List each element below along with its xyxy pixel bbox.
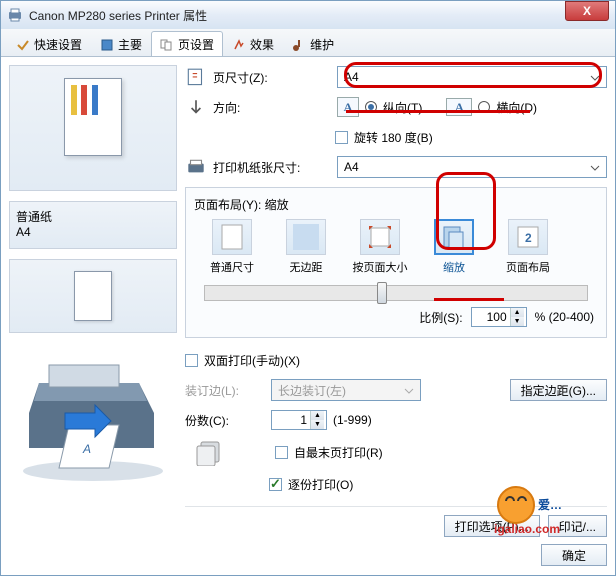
print-from-last-label: 自最末页打印(R) bbox=[294, 444, 383, 461]
layout-opt-scaled[interactable]: 缩放 bbox=[426, 219, 482, 275]
chevron-down-icon bbox=[402, 384, 416, 398]
tab-maintenance[interactable]: 维护 bbox=[283, 31, 343, 56]
layout-section-label: 页面布局(Y): 缩放 bbox=[194, 196, 598, 213]
binding-select: 长边装订(左) bbox=[271, 379, 421, 401]
paper-size-label: A4 bbox=[16, 225, 170, 239]
layout-opt-fit-to-page[interactable]: 按页面大小 bbox=[352, 219, 408, 275]
paper-type-label: 普通纸 bbox=[16, 208, 170, 225]
layout-opt-normal[interactable]: 普通尺寸 bbox=[204, 219, 260, 275]
svg-text:2: 2 bbox=[525, 231, 532, 245]
spinner-down[interactable]: ▼ bbox=[311, 420, 324, 429]
tab-effects[interactable]: 效果 bbox=[223, 31, 283, 56]
page-size-select[interactable]: A4 bbox=[337, 66, 607, 88]
print-from-last-checkbox[interactable] bbox=[275, 446, 288, 459]
copies-input[interactable] bbox=[272, 413, 310, 427]
scale-input[interactable] bbox=[472, 310, 510, 324]
printer-paper-select[interactable]: A4 bbox=[337, 156, 607, 178]
page-size-icon bbox=[185, 67, 207, 87]
duplex-label: 双面打印(手动)(X) bbox=[204, 352, 300, 369]
layout-section: 页面布局(Y): 缩放 普通尺寸 无边距 按页面大小 缩放 2页面布局 比例(S… bbox=[185, 187, 607, 338]
ok-button[interactable]: 确定 bbox=[541, 544, 607, 566]
portrait-radio-label: 纵向(T) bbox=[383, 99, 422, 116]
close-button[interactable]: X bbox=[565, 1, 609, 21]
orientation-label: 方向: bbox=[213, 99, 331, 116]
copies-range: (1-999) bbox=[333, 413, 372, 427]
layout-opt-page-layout[interactable]: 2页面布局 bbox=[500, 219, 556, 275]
print-options-button[interactable]: 打印选项(P)... bbox=[444, 515, 540, 537]
collate-label: 逐份打印(O) bbox=[288, 476, 353, 493]
copies-icon bbox=[195, 438, 229, 466]
title-bar: Canon MP280 series Printer 属性 X bbox=[1, 1, 615, 29]
printer-paper-label: 打印机纸张尺寸: bbox=[213, 159, 331, 176]
scale-suffix: % (20-400) bbox=[535, 310, 594, 324]
layout-opt-borderless[interactable]: 无边距 bbox=[278, 219, 334, 275]
tab-page-setup[interactable]: 页设置 bbox=[151, 31, 223, 56]
tab-strip: 快速设置 主要 页设置 效果 维护 bbox=[1, 29, 615, 57]
spinner-down[interactable]: ▼ bbox=[511, 317, 524, 326]
printer-illustration: A bbox=[9, 343, 177, 499]
printer-icon bbox=[7, 7, 23, 23]
portrait-a-icon: A bbox=[337, 97, 359, 117]
printer-properties-dialog: Canon MP280 series Printer 属性 X 快速设置 主要 … bbox=[0, 0, 616, 576]
tab-main[interactable]: 主要 bbox=[91, 31, 151, 56]
printer-paper-icon bbox=[185, 157, 207, 177]
orientation-portrait-radio[interactable] bbox=[365, 101, 377, 113]
scale-spinner[interactable]: ▲▼ bbox=[471, 307, 527, 327]
orientation-icon bbox=[185, 97, 207, 117]
window-title: Canon MP280 series Printer 属性 bbox=[29, 7, 609, 24]
chevron-down-icon bbox=[588, 161, 602, 175]
mini-preview bbox=[9, 259, 177, 333]
landscape-a-icon: A bbox=[446, 98, 472, 116]
landscape-radio-label: 横向(D) bbox=[496, 99, 537, 116]
scale-label: 比例(S): bbox=[419, 309, 462, 326]
copies-spinner[interactable]: ▲▼ bbox=[271, 410, 327, 430]
spinner-up[interactable]: ▲ bbox=[511, 308, 524, 317]
collate-checkbox[interactable] bbox=[269, 478, 282, 491]
spinner-up[interactable]: ▲ bbox=[311, 411, 324, 420]
copies-label: 份数(C): bbox=[185, 412, 265, 429]
page-preview bbox=[9, 65, 177, 191]
binding-label: 装订边(L): bbox=[185, 382, 265, 399]
stamp-button[interactable]: 印记/... bbox=[548, 515, 607, 537]
svg-text:A: A bbox=[82, 442, 91, 456]
rotate-180-label: 旋转 180 度(B) bbox=[354, 129, 433, 146]
tab-quick-setup[interactable]: 快速设置 bbox=[7, 31, 91, 56]
paper-info: 普通纸 A4 bbox=[9, 201, 177, 249]
duplex-checkbox[interactable] bbox=[185, 354, 198, 367]
chevron-down-icon bbox=[588, 71, 602, 85]
page-size-label: 页尺寸(Z): bbox=[213, 69, 331, 86]
orientation-landscape-radio[interactable] bbox=[478, 101, 490, 113]
specify-margin-button[interactable]: 指定边距(G)... bbox=[510, 379, 607, 401]
layout-scrollbar[interactable] bbox=[204, 285, 588, 301]
rotate-180-checkbox[interactable] bbox=[335, 131, 348, 144]
